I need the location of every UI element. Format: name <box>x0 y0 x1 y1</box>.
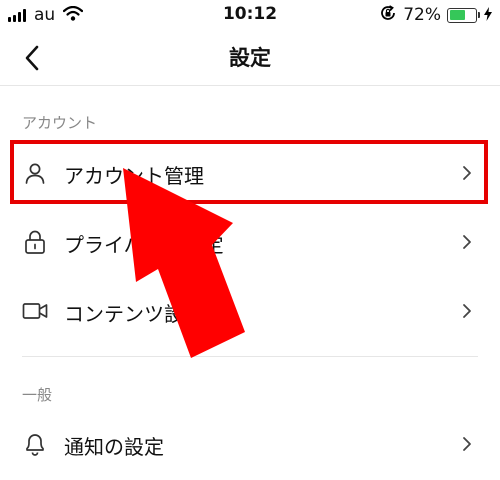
chevron-right-icon <box>463 437 471 451</box>
status-bar: au 10:12 72% <box>0 0 500 30</box>
row-label: コンテンツ設定 <box>64 302 204 326</box>
settings-row-account-management[interactable]: アカウント管理 <box>0 140 500 206</box>
bell-icon <box>22 431 48 457</box>
person-icon <box>22 160 48 186</box>
page-title: 設定 <box>229 46 271 70</box>
charging-bolt-icon <box>484 6 492 25</box>
battery-level-fill <box>449 10 466 20</box>
section-header-general: 一般 <box>22 386 53 404</box>
status-right: 72% <box>379 5 492 25</box>
row-label: 通知の設定 <box>64 435 164 459</box>
rotation-lock-icon <box>379 4 397 26</box>
lock-icon <box>22 229 48 255</box>
battery-percent: 72% <box>403 5 441 25</box>
row-label: アカウント管理 <box>64 164 204 188</box>
section-header-account: アカウント <box>22 114 98 132</box>
navigation-bar: 設定 <box>0 30 500 86</box>
battery-icon <box>447 7 480 23</box>
chevron-right-icon <box>463 235 471 249</box>
section-divider <box>22 356 478 357</box>
video-camera-icon <box>22 298 48 324</box>
settings-row-content[interactable]: コンテンツ設定 <box>0 278 500 344</box>
settings-row-privacy[interactable]: プライバシー設定 <box>0 209 500 275</box>
chevron-right-icon <box>463 304 471 318</box>
row-label: プライバシー設定 <box>64 233 224 257</box>
settings-row-notifications[interactable]: 通知の設定 <box>0 411 500 477</box>
chevron-right-icon <box>463 166 471 180</box>
